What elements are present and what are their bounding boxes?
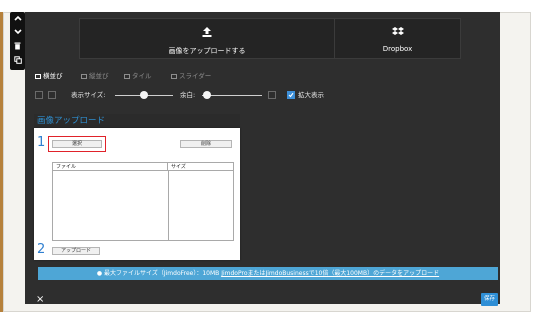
step-1-number: 1 bbox=[37, 135, 46, 150]
upload-image-button[interactable]: 画像をアップロードする bbox=[79, 18, 335, 59]
trash-icon[interactable] bbox=[10, 42, 25, 55]
grid-view-icon[interactable] bbox=[35, 91, 43, 99]
tab-tile[interactable]: タイル bbox=[124, 70, 152, 82]
zoom-label: 拡大表示 bbox=[298, 91, 324, 99]
chevron-down-icon[interactable] bbox=[10, 27, 25, 40]
vertical-layout-icon bbox=[81, 74, 87, 79]
upload-button[interactable]: アップロード bbox=[52, 247, 100, 255]
chevron-up-icon[interactable] bbox=[10, 13, 25, 26]
delete-button[interactable]: 削除 bbox=[180, 140, 232, 148]
select-button-highlight bbox=[48, 136, 106, 152]
list-view-icon[interactable] bbox=[48, 91, 56, 99]
margin-slider[interactable] bbox=[202, 95, 262, 96]
upload-dialog-title: 画像アップロード bbox=[34, 114, 240, 128]
dropbox-button[interactable]: Dropbox bbox=[335, 18, 461, 59]
layout-tabs: 横並び 縦並び タイル スライダー bbox=[25, 70, 500, 82]
fullscreen-icon[interactable] bbox=[268, 91, 276, 99]
display-options-row: 表示サイズ: 余白: 拡大表示 bbox=[25, 88, 500, 104]
zoom-checkbox[interactable] bbox=[287, 91, 295, 99]
tab-slider[interactable]: スライダー bbox=[171, 70, 211, 82]
max-file-size-text: 最大ファイルサイズ（JimdoFree）：10MB bbox=[104, 270, 220, 277]
file-list-table: ファイル サイズ bbox=[52, 162, 234, 241]
tab-horizontal[interactable]: 横並び bbox=[35, 70, 63, 82]
gallery-editor-panel: 画像をアップロードする Dropbox 横並び 縦並び タイル スライダー 表示… bbox=[25, 12, 500, 306]
tab-vertical[interactable]: 縦並び bbox=[81, 70, 109, 82]
save-button[interactable]: 保存 bbox=[481, 293, 498, 306]
column-header-file: ファイル bbox=[53, 163, 168, 171]
upgrade-link[interactable]: JimdoProまたはJimdoBusinessで10倍（最大100MB）のデー… bbox=[221, 270, 439, 277]
horizontal-layout-icon bbox=[35, 74, 41, 79]
margin-slider-handle[interactable] bbox=[203, 91, 211, 99]
close-button[interactable]: × bbox=[36, 295, 44, 305]
dropbox-label: Dropbox bbox=[382, 45, 413, 53]
file-size-info-bar: ● 最大ファイルサイズ（JimdoFree）：10MB JimdoProまたはJ… bbox=[38, 267, 498, 280]
copy-icon[interactable] bbox=[10, 56, 25, 69]
info-icon: ● bbox=[96, 270, 103, 277]
display-size-slider-handle[interactable] bbox=[140, 91, 148, 99]
dropbox-icon bbox=[335, 26, 460, 41]
upload-icon bbox=[80, 26, 334, 42]
slider-layout-icon bbox=[171, 74, 177, 79]
tile-layout-icon bbox=[124, 74, 130, 79]
column-header-size: サイズ bbox=[168, 163, 233, 171]
module-side-toolbar bbox=[10, 12, 25, 70]
upload-dialog: 1 選択 削除 ファイル サイズ 2 アップロード bbox=[34, 128, 240, 260]
margin-label: 余白: bbox=[180, 91, 196, 99]
display-size-label: 表示サイズ: bbox=[71, 91, 106, 99]
column-divider bbox=[168, 171, 169, 240]
upload-image-label: 画像をアップロードする bbox=[168, 47, 246, 55]
step-2-number: 2 bbox=[37, 242, 46, 257]
